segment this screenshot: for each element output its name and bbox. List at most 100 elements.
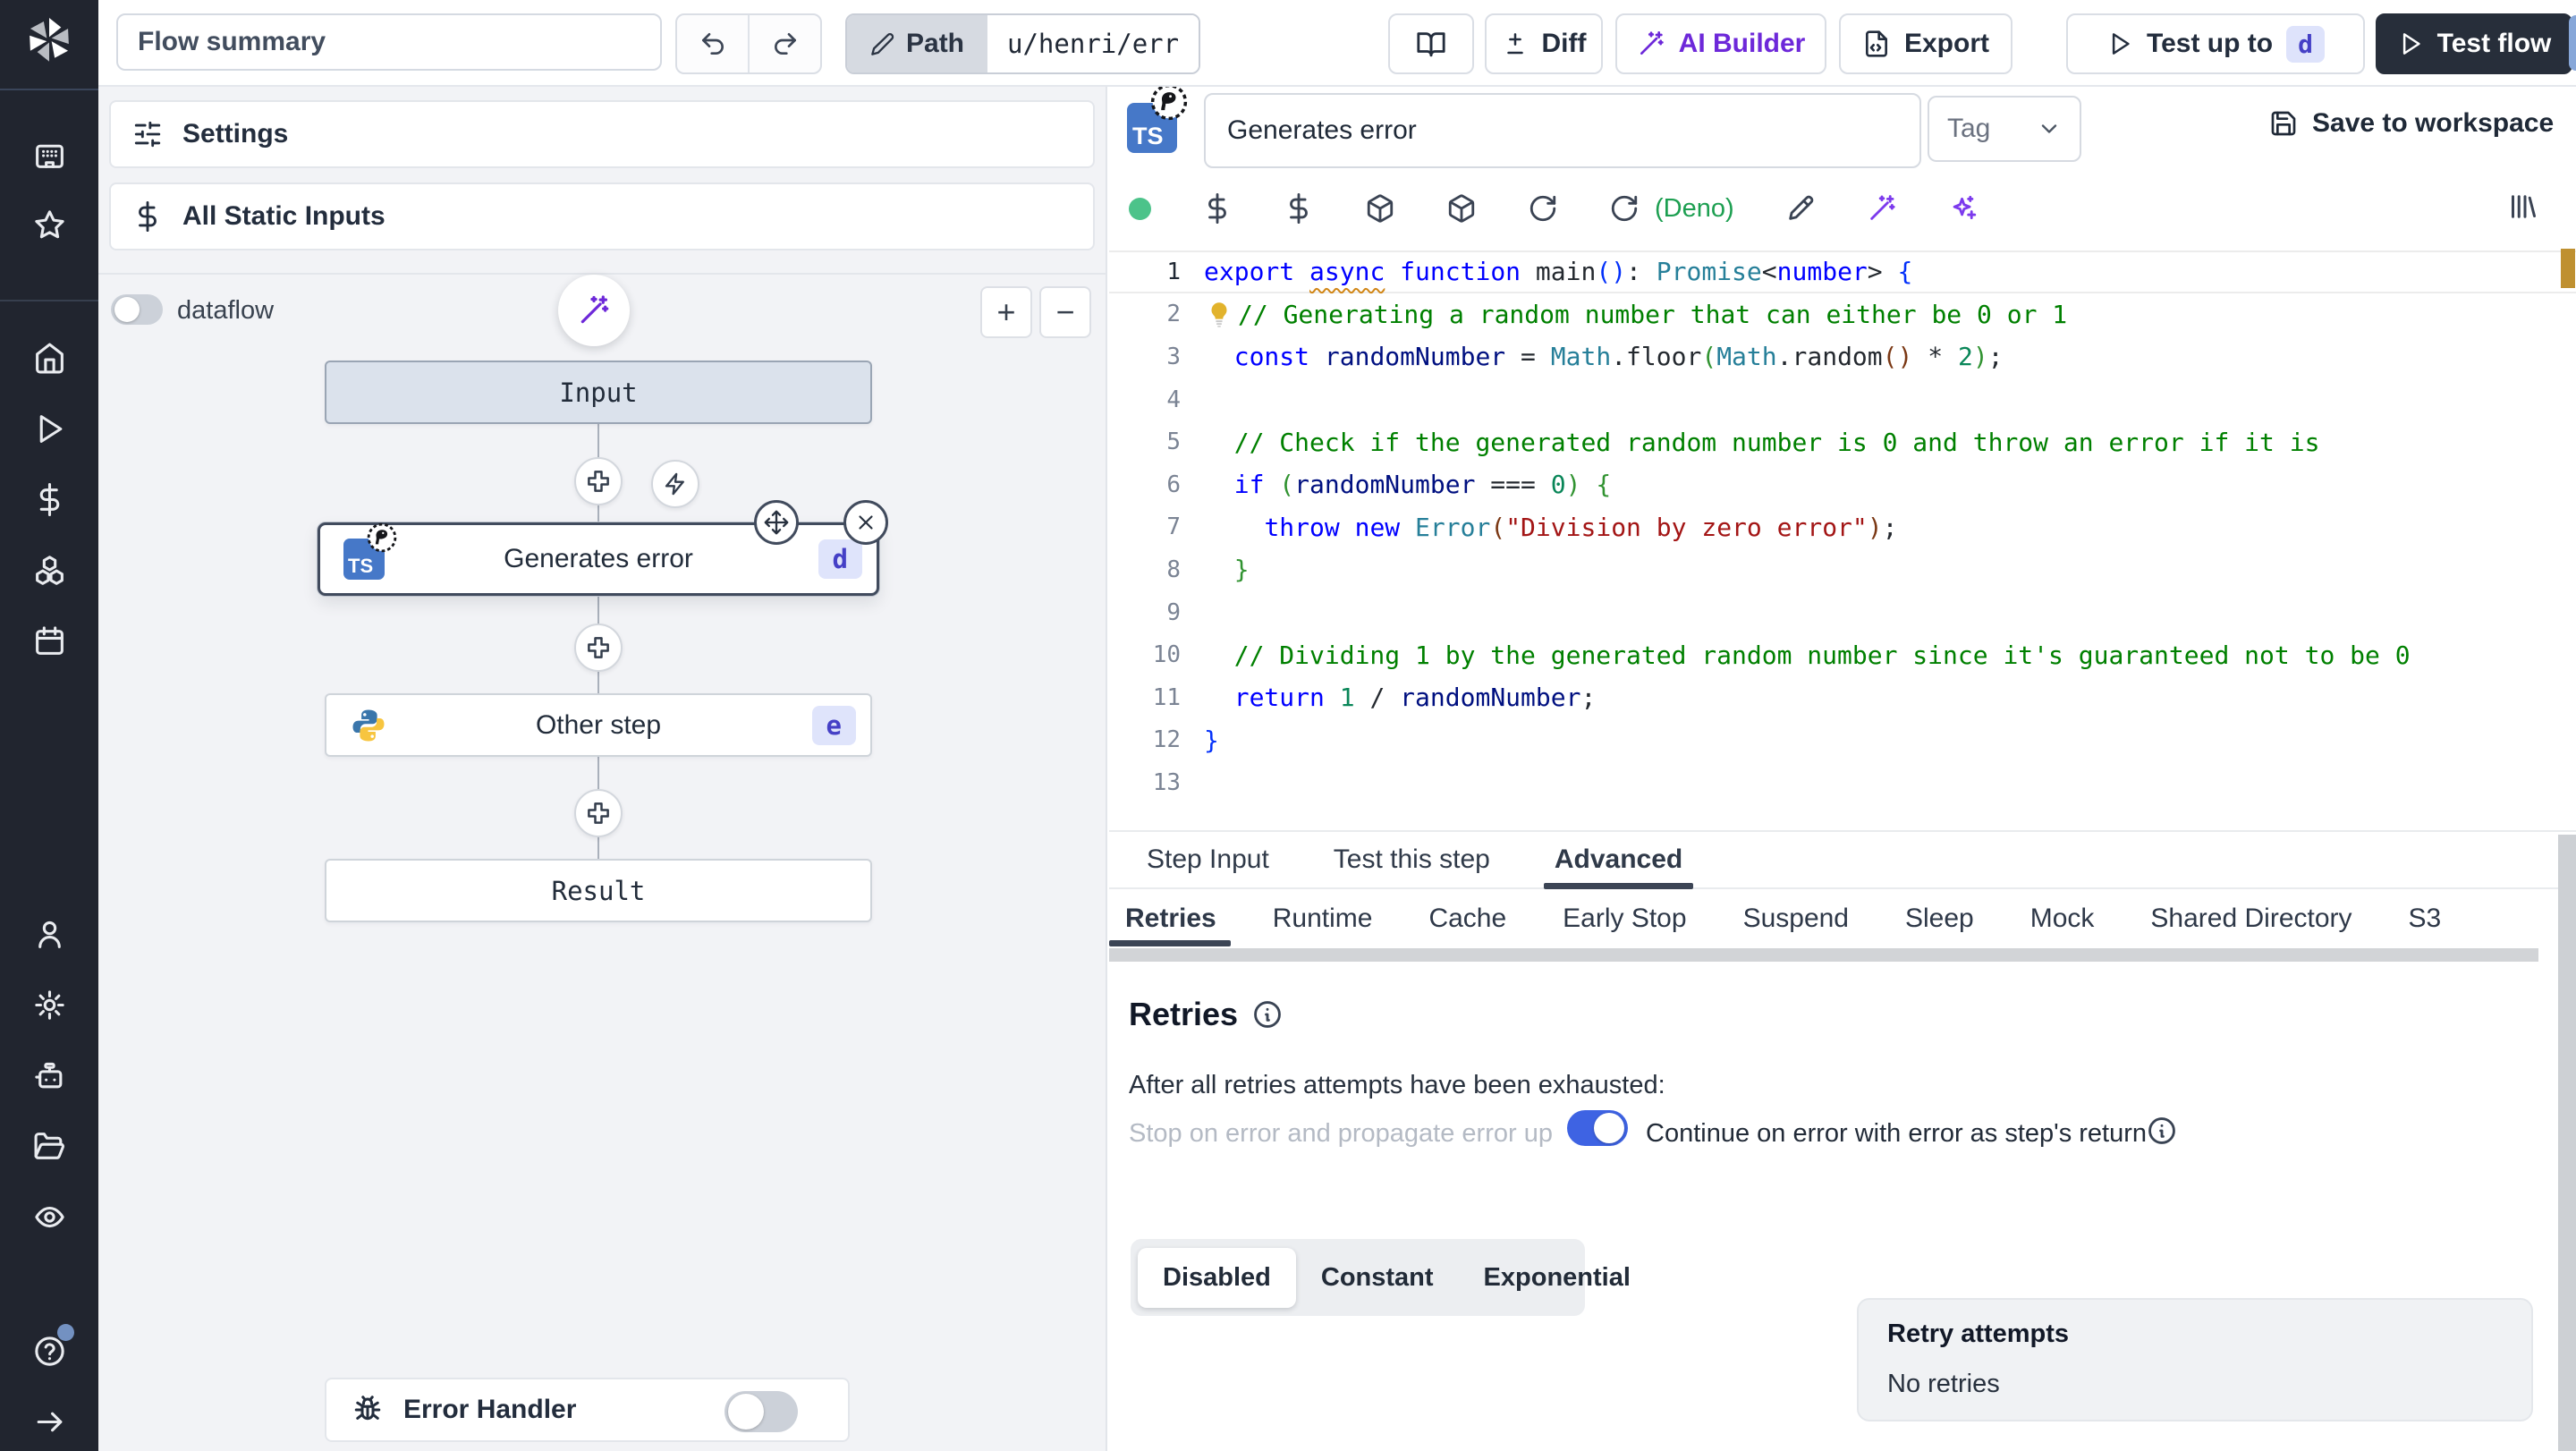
code-line-3[interactable]: 3 const randomNumber = Math .floor(Math .r… [1109, 335, 2576, 378]
zoom-out-button[interactable]: − [1039, 286, 1091, 338]
reset-icon[interactable] [1528, 193, 1558, 224]
code-line-8[interactable]: 8 } [1109, 548, 2576, 591]
subtabs-scrollbar[interactable] [1109, 948, 2538, 962]
docs-button[interactable] [1388, 13, 1474, 74]
flow-summary-input[interactable] [116, 13, 662, 71]
path-value[interactable]: u/henri/err [987, 15, 1199, 72]
code-line-6[interactable]: 6 if (randomNumber === 0) { [1109, 463, 2576, 506]
export-button[interactable]: Export [1839, 13, 2012, 74]
code-editor[interactable]: 1 export async function main(): Promise < n… [1109, 245, 2576, 827]
redo-button[interactable] [750, 15, 820, 72]
ai-sparkles-icon[interactable] [1948, 193, 1979, 224]
static-inputs-button[interactable]: All Static Inputs [109, 182, 1095, 250]
code-line-10[interactable]: 10 // Dividing 1 by the generated random… [1109, 633, 2576, 676]
flow-settings-button[interactable]: Settings [109, 100, 1095, 168]
sidebar-settings-icon[interactable] [21, 976, 78, 1033]
subtab-sleep[interactable]: Sleep [1905, 891, 1974, 946]
code-line-11[interactable]: 11 return 1 / randomNumber; [1109, 676, 2576, 719]
add-resource-icon[interactable] [1284, 193, 1314, 224]
line-number: 2 [1166, 301, 1181, 328]
retry-mode-disabled[interactable]: Disabled [1138, 1247, 1296, 1308]
sidebar-workspace-icon[interactable] [21, 125, 78, 182]
test-flow-button[interactable]: Test flow [2376, 13, 2572, 74]
code-line-4[interactable]: 4 [1109, 378, 2576, 421]
sidebar-schedules-icon[interactable] [21, 612, 78, 669]
info-icon[interactable] [1252, 999, 1283, 1030]
error-handler-toggle[interactable] [724, 1391, 798, 1432]
retry-mode-constant[interactable]: Constant [1296, 1248, 1459, 1308]
add-step-button[interactable] [574, 789, 623, 837]
subtab-runtime[interactable]: Runtime [1273, 891, 1373, 946]
move-step-handle[interactable] [754, 500, 799, 545]
sidebar-help-icon[interactable] [21, 1322, 78, 1379]
sidebar-users-icon[interactable] [21, 905, 78, 963]
sidebar-favorites-icon[interactable] [21, 196, 78, 253]
sidebar-expand-icon[interactable] [21, 1393, 78, 1450]
wand-sparkles-icon [577, 293, 611, 327]
sidebar-workers-icon[interactable] [21, 1047, 78, 1104]
graph-input-node[interactable]: Input [325, 361, 872, 424]
add-step-button[interactable] [574, 624, 623, 672]
tab-test-this-step[interactable]: Test this step [1334, 832, 1490, 887]
library-icon[interactable] [2506, 191, 2538, 223]
code-line-9[interactable]: 9 [1109, 591, 2576, 634]
code-line-12[interactable]: 12} [1109, 719, 2576, 762]
subtab-retries[interactable]: Retries [1109, 891, 1231, 946]
panel-vertical-scrollbar[interactable] [2558, 835, 2576, 1451]
subtab-early-stop[interactable]: Early Stop [1563, 891, 1686, 946]
retry-mode-exponential[interactable]: Exponential [1459, 1248, 1656, 1308]
sidebar-audit-logs-icon[interactable] [21, 1188, 78, 1245]
test-up-to-button[interactable]: Test up to d [2066, 13, 2365, 74]
save-to-workspace-button[interactable]: Save to workspace [2269, 108, 2554, 139]
add-trigger-button[interactable] [651, 460, 699, 508]
dataflow-toggle[interactable] [111, 294, 163, 325]
edge-peek-button[interactable] [2569, 15, 2576, 71]
sliders-icon [132, 119, 163, 149]
add-variable-icon[interactable] [1202, 193, 1233, 224]
code-line-1[interactable]: 1 export async function main(): Promise < n… [1109, 250, 2576, 293]
package-icon[interactable] [1365, 193, 1395, 224]
subtab-shared-directory[interactable]: Shared Directory [2150, 891, 2351, 946]
bug-icon [352, 1394, 384, 1426]
subtab-cache[interactable]: Cache [1428, 891, 1506, 946]
sidebar-resources-icon[interactable] [21, 541, 78, 598]
continue-on-error-toggle[interactable] [1567, 1110, 1628, 1146]
code-line-13[interactable]: 13 [1109, 761, 2576, 804]
settings-label: Settings [182, 119, 289, 148]
code-line-7[interactable]: 7 throw new Error("Division by zero erro… [1109, 506, 2576, 549]
sidebar-runs-icon[interactable] [21, 400, 78, 457]
error-handler-card[interactable]: Error Handler [325, 1378, 850, 1442]
sidebar-home-icon[interactable] [21, 329, 78, 386]
zoom-in-button[interactable]: + [980, 286, 1032, 338]
undo-redo-group [675, 13, 822, 74]
lightbulb-icon[interactable] [1204, 299, 1234, 329]
sidebar-folders-icon[interactable] [21, 1117, 78, 1175]
info-icon[interactable] [2147, 1116, 2177, 1146]
undo-button[interactable] [677, 15, 750, 72]
step-name-input[interactable] [1204, 93, 1921, 168]
ai-wand-icon[interactable] [1867, 193, 1897, 224]
tab-advanced[interactable]: Advanced [1543, 832, 1694, 889]
code-line-2[interactable]: 2 // Generating a random number that can … [1109, 293, 2576, 336]
package-icon[interactable] [1446, 193, 1477, 224]
path-button[interactable]: Path [847, 15, 988, 72]
diff-button[interactable]: Diff [1485, 13, 1603, 74]
delete-step-button[interactable] [843, 500, 888, 545]
graph-step-node-other-step[interactable]: Other step e [325, 693, 872, 757]
reload-icon[interactable] [1609, 193, 1640, 224]
code-line-5[interactable]: 5 // Check if the generated random numbe… [1109, 420, 2576, 463]
subtab-mock[interactable]: Mock [2030, 891, 2095, 946]
graph-result-node[interactable]: Result [325, 859, 872, 922]
tag-select[interactable]: Tag [1928, 96, 2081, 162]
format-brush-icon[interactable] [1785, 193, 1816, 224]
subtab-suspend[interactable]: Suspend [1743, 891, 1849, 946]
windmill-logo-icon[interactable] [21, 11, 78, 68]
retries-title: Retries [1129, 996, 1239, 1032]
sidebar-variables-icon[interactable] [21, 471, 78, 528]
subtab-s3[interactable]: S3 [2409, 891, 2442, 946]
tab-step-input[interactable]: Step Input [1147, 832, 1269, 887]
step-node-label: Generates error [504, 544, 693, 573]
add-step-button[interactable] [574, 457, 623, 505]
ai-builder-button[interactable]: AI Builder [1615, 13, 1826, 74]
ai-flow-wand-button[interactable] [558, 275, 630, 346]
